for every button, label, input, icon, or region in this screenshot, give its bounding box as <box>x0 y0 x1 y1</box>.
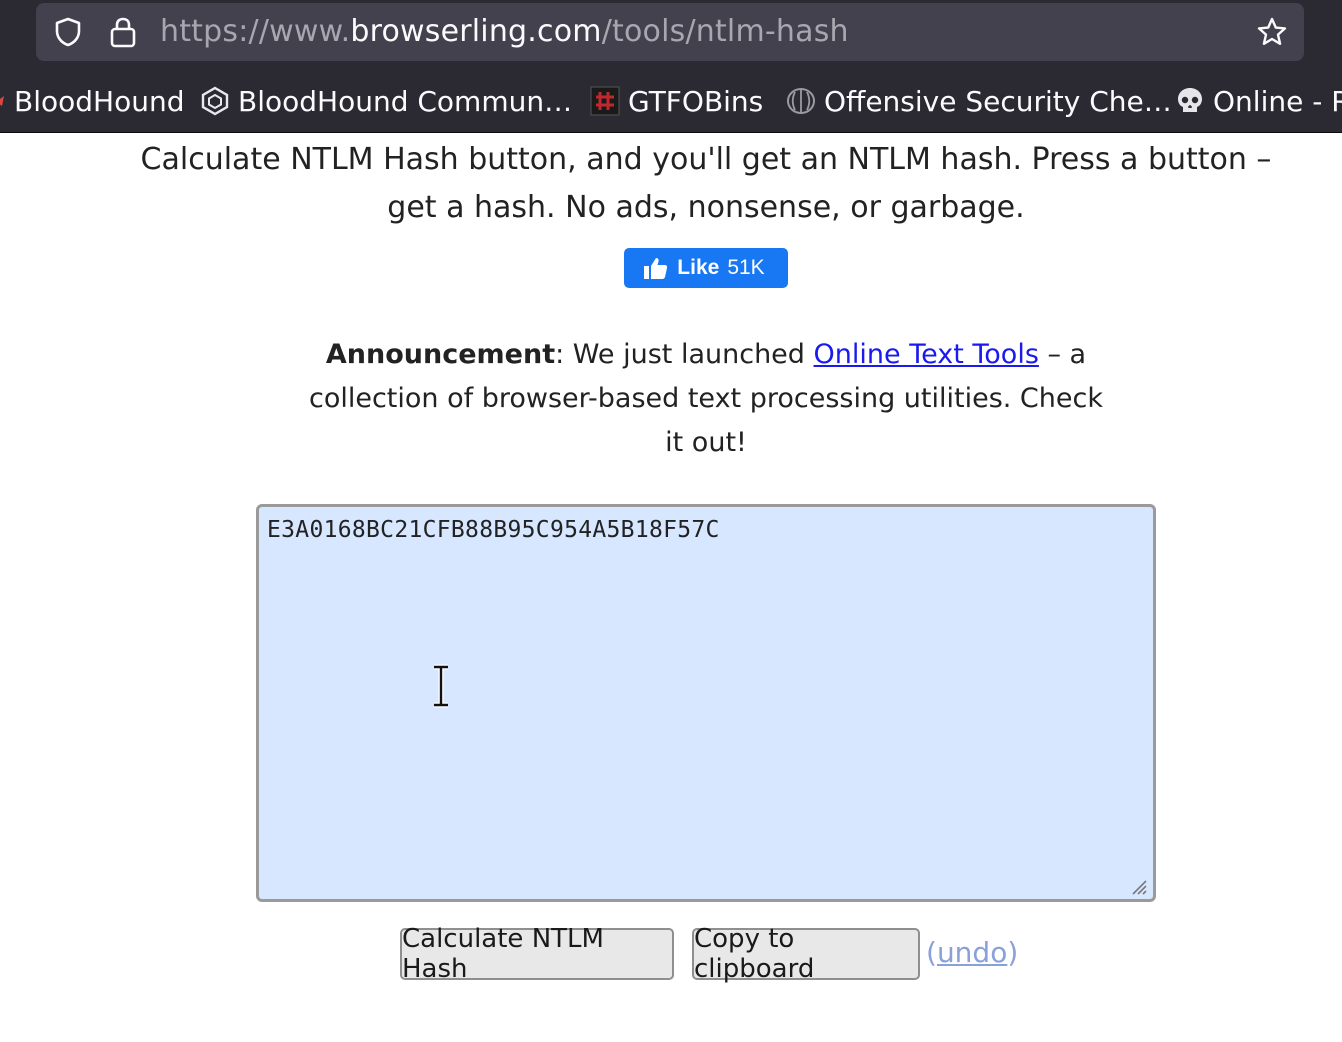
url-prefix: https://www. <box>160 14 351 49</box>
url-host: browserling.com <box>350 14 602 49</box>
address-bar[interactable]: https://www.browserling.com/tools/ntlm-h… <box>36 3 1304 61</box>
undo-link[interactable]: (undo) <box>926 936 1018 969</box>
resize-grip-icon[interactable] <box>1127 875 1147 895</box>
announcement-label: Announcement <box>325 339 556 370</box>
bloodhound-icon <box>0 96 4 106</box>
shield-icon[interactable] <box>53 17 83 47</box>
star-icon[interactable] <box>1256 16 1288 48</box>
bookmarks-toolbar: BloodHound BloodHound Commun… GTFOBins O… <box>0 70 1342 132</box>
bookmark-gtfobins[interactable]: GTFOBins <box>590 82 763 120</box>
undo-close-paren: ) <box>1007 936 1019 969</box>
bookmark-online[interactable]: Online - R <box>1175 82 1342 120</box>
lock-icon[interactable] <box>108 16 138 48</box>
action-bar: Calculate NTLM Hash Copy to clipboard (u… <box>0 924 1342 984</box>
browser-chrome: https://www.browserling.com/tools/ntlm-h… <box>0 0 1342 133</box>
url-path: /tools/ntlm-hash <box>601 14 849 49</box>
text-cursor-icon <box>434 664 448 708</box>
tool-description: Calculate NTLM Hash button, and you'll g… <box>120 136 1292 232</box>
announcement-text: : We just launched <box>555 339 814 370</box>
gtfobins-icon <box>590 86 620 116</box>
brain-icon <box>787 88 815 114</box>
bookmark-offensive-security[interactable]: Offensive Security Che… <box>786 82 1172 120</box>
bookmark-bloodhound-community[interactable]: BloodHound Commun… <box>200 82 572 120</box>
hash-output-textarea[interactable]: E3A0168BC21CFB88B95C954A5B18F57C <box>256 504 1156 902</box>
bookmark-label: GTFOBins <box>628 84 764 118</box>
chrome-divider <box>0 132 1342 133</box>
description-line-2: get a hash. No ads, nonsense, or garbage… <box>387 190 1025 225</box>
bookmark-label: Online - R <box>1213 84 1342 118</box>
undo-label: undo <box>936 936 1008 969</box>
copy-to-clipboard-button[interactable]: Copy to clipboard <box>692 924 920 984</box>
skull-icon <box>1178 88 1202 112</box>
announcement: Announcement: We just launched Online Te… <box>300 333 1112 465</box>
description-line-1: Calculate NTLM Hash button, and you'll g… <box>140 142 1272 177</box>
url-text[interactable]: https://www.browserling.com/tools/ntlm-h… <box>160 13 849 51</box>
hash-output-value: E3A0168BC21CFB88B95C954A5B18F57C <box>267 517 720 543</box>
bookmark-bloodhound[interactable]: BloodHound <box>0 82 184 120</box>
online-text-tools-link[interactable]: Online Text Tools <box>814 339 1039 370</box>
bookmark-label: BloodHound <box>14 84 185 118</box>
hexagon-icon <box>201 86 229 116</box>
like-label: Like <box>677 256 720 279</box>
thumbs-up-icon <box>644 258 668 279</box>
bookmark-label: BloodHound Commun… <box>238 84 573 118</box>
bookmark-label: Offensive Security Che… <box>824 84 1172 118</box>
calculate-ntlm-hash-button[interactable]: Calculate NTLM Hash <box>400 924 674 984</box>
like-count: 51K <box>727 256 765 279</box>
undo-open-paren: ( <box>926 936 937 969</box>
facebook-like-button[interactable]: Like 51K <box>624 248 788 288</box>
